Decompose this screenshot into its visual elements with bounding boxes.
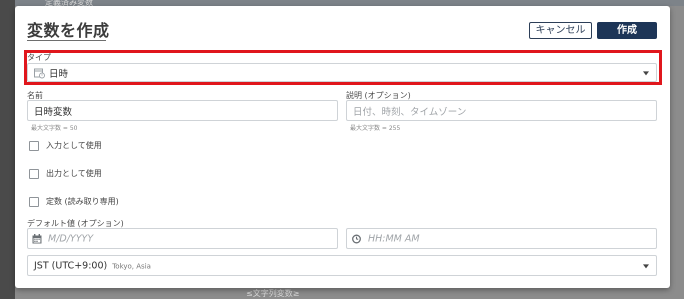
dialog-title: 変数を作成 <box>27 21 110 40</box>
description-hint: 最大文字数 = 255 <box>350 125 401 132</box>
constant-checkbox[interactable] <box>29 196 39 207</box>
create-button[interactable]: 作成 <box>597 22 657 39</box>
calendar-icon <box>32 233 42 244</box>
description-field[interactable]: 日付、時刻、タイムゾーン <box>346 100 657 121</box>
clock-icon <box>352 234 361 243</box>
timezone-offset: JST (UTC+9:00) <box>34 260 108 271</box>
default-date-field[interactable]: M/D/YYYY <box>27 228 338 249</box>
name-field[interactable]: 日時変数 <box>27 100 338 121</box>
use-as-output-checkbox[interactable] <box>29 168 39 179</box>
default-time-field[interactable]: HH:MM AM <box>346 228 657 249</box>
use-as-output-option[interactable]: 出力として使用 <box>29 168 102 179</box>
constant-label: 定数 (読み取り専用) <box>46 197 119 206</box>
use-as-input-label: 入力として使用 <box>46 141 102 150</box>
cancel-button[interactable]: キャンセル <box>529 22 592 39</box>
type-highlight-box <box>24 50 662 85</box>
name-hint: 最大文字数 = 50 <box>31 125 78 132</box>
default-time-placeholder: HH:MM AM <box>368 233 420 244</box>
timezone-select-value: JST (UTC+9:00) Tokyo, Asia <box>34 260 151 271</box>
create-variable-dialog: 変数を作成 キャンセル 作成 タイプ 日時 名前 日時変数 最大文字数 = 50… <box>15 6 670 288</box>
default-date-placeholder: M/D/YYYY <box>48 233 94 244</box>
description-placeholder: 日付、時刻、タイムゾーン <box>353 106 467 118</box>
constant-option[interactable]: 定数 (読み取り専用) <box>29 196 119 207</box>
backdrop-sidebar <box>0 0 15 299</box>
title-underline <box>27 40 106 41</box>
use-as-input-checkbox[interactable] <box>29 140 39 151</box>
use-as-output-label: 出力として使用 <box>46 169 102 178</box>
chevron-down-icon <box>643 263 649 268</box>
backdrop-bottom-caption: ≤文字列変数≥ <box>246 289 300 298</box>
timezone-region: Tokyo, Asia <box>112 262 151 270</box>
use-as-input-option[interactable]: 入力として使用 <box>29 140 102 151</box>
timezone-select[interactable]: JST (UTC+9:00) Tokyo, Asia <box>27 255 657 276</box>
name-field-value: 日時変数 <box>34 106 73 118</box>
